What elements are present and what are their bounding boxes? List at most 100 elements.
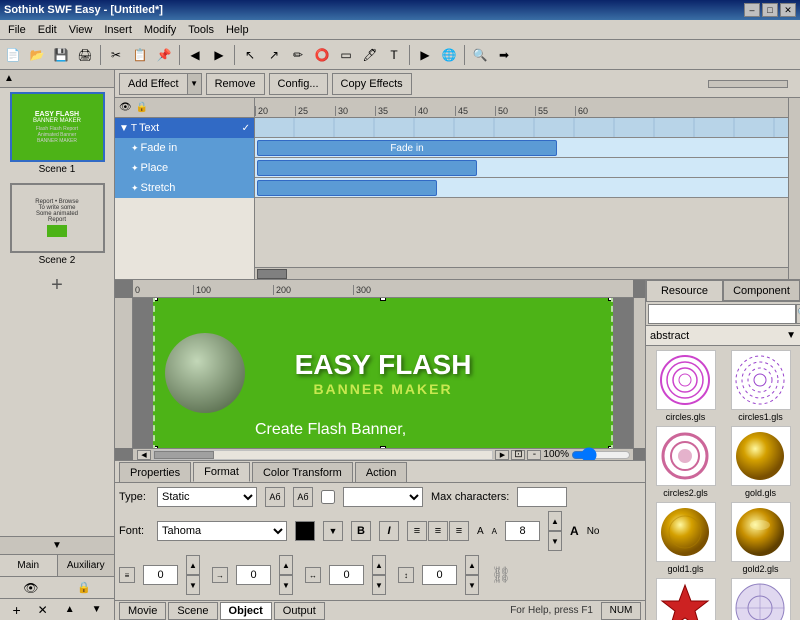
select-tool[interactable]: ↖	[239, 44, 261, 66]
status-tab-object[interactable]: Object	[220, 602, 272, 620]
timeline-scroll-thumb[interactable]	[257, 269, 287, 279]
remove-button[interactable]: Remove	[206, 73, 265, 95]
text-format-btn-a[interactable]: Aб	[265, 487, 285, 507]
zoom-slider[interactable]	[571, 447, 631, 461]
paste-button[interactable]: 📌	[153, 44, 175, 66]
tab-main[interactable]: Main	[0, 555, 58, 576]
undo-button[interactable]: ◀	[184, 44, 206, 66]
maximize-button[interactable]: □	[762, 3, 778, 17]
close-button[interactable]: ✕	[780, 3, 796, 17]
menu-edit[interactable]: Edit	[32, 22, 63, 38]
add-scene-button[interactable]: +	[10, 270, 105, 300]
minimize-button[interactable]: –	[744, 3, 760, 17]
pen-tool[interactable]: 🖊	[359, 44, 381, 66]
add-effect-button[interactable]: Add Effect	[119, 73, 188, 95]
timeline-row-place[interactable]: ✦ Place	[115, 158, 254, 178]
scroll-left-btn[interactable]: ◀	[137, 450, 151, 460]
resource-gold2[interactable]: gold2.gls	[725, 502, 796, 574]
spacing-4-down[interactable]: ▼	[465, 575, 479, 595]
add-effect-dropdown[interactable]: ▼	[188, 73, 202, 95]
oval-tool[interactable]: ⭕	[311, 44, 333, 66]
play-button[interactable]: ▶	[414, 44, 436, 66]
export-button[interactable]: 🌐	[438, 44, 460, 66]
zoom-in[interactable]: 🔍	[469, 44, 491, 66]
fit-icon[interactable]: ⊡	[511, 450, 525, 460]
text-tool[interactable]: T	[383, 44, 405, 66]
resource-circles[interactable]: circles.gls	[650, 350, 721, 422]
scroll-right-btn[interactable]: ▶	[495, 450, 509, 460]
tab-color-transform[interactable]: Color Transform	[252, 462, 353, 482]
canvas-content[interactable]: EASY FLASH BANNER MAKER Create Flash Ban…	[133, 298, 633, 448]
pointer-tool[interactable]: ↗	[263, 44, 285, 66]
rect-tool[interactable]: ▭	[335, 44, 357, 66]
status-tab-output[interactable]: Output	[274, 602, 325, 620]
spacing-2-down[interactable]: ▼	[279, 575, 293, 595]
resource-inside-star[interactable]: inside-star...	[650, 578, 721, 620]
font-size-down[interactable]: ▼	[548, 531, 562, 551]
save-button[interactable]: 💾	[50, 44, 72, 66]
tab-action[interactable]: Action	[355, 462, 408, 482]
timeline-scrollbar-v[interactable]	[788, 98, 800, 279]
more-button[interactable]: ➡	[493, 44, 515, 66]
canvas-scrollbar-h[interactable]: ◀ ▶ ⊡ - 100%	[133, 448, 633, 460]
spacing-1-down[interactable]: ▼	[186, 575, 200, 595]
font-choose-btn[interactable]: ▼	[323, 521, 343, 541]
text-format-btn-b[interactable]: Aб	[293, 487, 313, 507]
spacing-3-input[interactable]	[329, 565, 364, 585]
add-layer-icon[interactable]: +	[12, 602, 20, 618]
spacing-3-down[interactable]: ▼	[372, 575, 386, 595]
config-button[interactable]: Config...	[269, 73, 328, 95]
tab-resource[interactable]: Resource	[646, 280, 723, 301]
spacing-2-up[interactable]: ▲	[279, 555, 293, 575]
menu-view[interactable]: View	[63, 22, 99, 38]
delete-icon[interactable]: ✕	[38, 603, 48, 617]
link-icon[interactable]: ⛓	[491, 565, 511, 585]
resource-search-button[interactable]: 🔍	[796, 304, 800, 324]
spacing-3-up[interactable]: ▲	[372, 555, 386, 575]
font-size-up[interactable]: ▲	[548, 511, 562, 531]
scene-1-thumb[interactable]: EASY FLASH BANNER MAKER Flash Flash Repo…	[10, 92, 105, 175]
resource-search-input[interactable]	[648, 304, 796, 324]
tab-component[interactable]: Component	[723, 280, 800, 301]
menu-help[interactable]: Help	[220, 22, 255, 38]
spacing-2-input[interactable]	[236, 565, 271, 585]
italic-button[interactable]: I	[379, 521, 399, 541]
tab-auxiliary[interactable]: Auxiliary	[58, 555, 115, 576]
resource-inspiration[interactable]: inspiration...	[725, 578, 796, 620]
down-icon[interactable]: ▼	[92, 604, 102, 615]
timeline-row-fade[interactable]: ✦ Fade in	[115, 138, 254, 158]
draw-tool[interactable]: ✏	[287, 44, 309, 66]
menu-modify[interactable]: Modify	[138, 22, 182, 38]
font-select[interactable]: Tahoma	[157, 521, 287, 541]
font-size-input[interactable]	[505, 521, 540, 541]
menu-insert[interactable]: Insert	[98, 22, 138, 38]
status-tab-movie[interactable]: Movie	[119, 602, 166, 620]
html-checkbox[interactable]	[321, 490, 335, 504]
zoom-out-icon[interactable]: -	[527, 450, 541, 460]
track-fade[interactable]: Fade in	[255, 138, 788, 158]
lock-icon[interactable]: 🔒	[77, 581, 91, 594]
copy-effects-button[interactable]: Copy Effects	[332, 73, 412, 95]
cut-button[interactable]: ✂	[105, 44, 127, 66]
scene-2-thumb[interactable]: Report • BrowseTo write someSome animate…	[10, 183, 105, 266]
menu-file[interactable]: File	[2, 22, 32, 38]
track-text[interactable]	[255, 118, 788, 138]
bold-button[interactable]: B	[351, 521, 371, 541]
tab-format[interactable]: Format	[193, 462, 250, 482]
max-chars-input[interactable]	[517, 487, 567, 507]
font-color-swatch[interactable]	[295, 521, 315, 541]
align-left-btn[interactable]: ≡	[407, 521, 427, 541]
spacing-1-input[interactable]	[143, 565, 178, 585]
resource-circles1[interactable]: circles1.gls	[725, 350, 796, 422]
print-button[interactable]: 🖨	[74, 44, 96, 66]
canvas-h-scroll-track[interactable]	[153, 450, 493, 460]
align-center-btn[interactable]: ≡	[428, 521, 448, 541]
new-button[interactable]: 📄	[2, 44, 24, 66]
timeline-row-text[interactable]: ▼ T Text ✓	[115, 118, 254, 138]
timeline-scrollbar-h[interactable]	[255, 267, 788, 279]
copy-button[interactable]: 📋	[129, 44, 151, 66]
embed-select[interactable]	[343, 487, 423, 507]
menu-tools[interactable]: Tools	[182, 22, 220, 38]
resource-circles2[interactable]: circles2.gls	[650, 426, 721, 498]
category-arrow[interactable]: ▼	[786, 330, 796, 341]
